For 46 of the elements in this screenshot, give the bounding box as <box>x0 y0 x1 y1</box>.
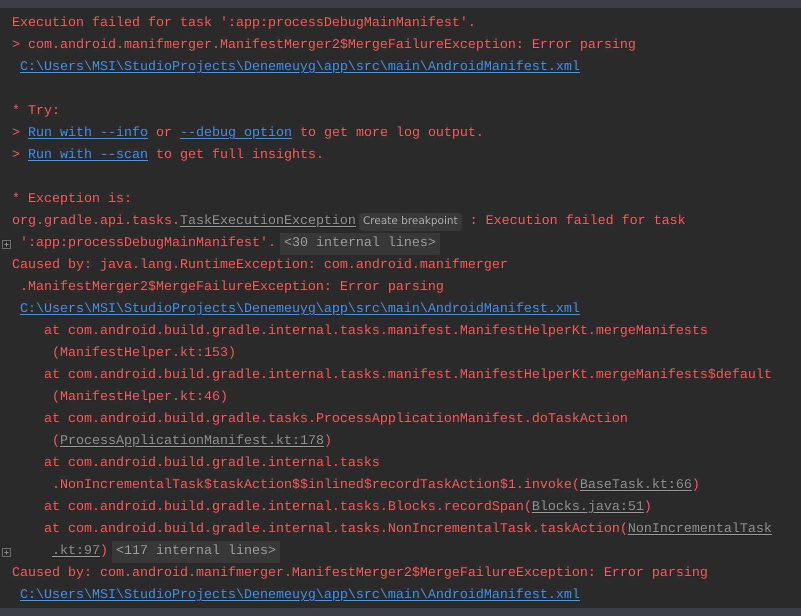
log-text: or <box>154 125 173 143</box>
log-text: > <box>12 147 21 165</box>
log-text: (ManifestHelper.kt:46) <box>52 389 228 407</box>
log-text: .NonIncrementalTask$taskAction$$inlined$recordTaskAction$1.invoke( <box>52 477 580 495</box>
log-text: * Exception is: <box>12 191 132 209</box>
source-link[interactable]: Blocks.java:51 <box>532 498 644 518</box>
file-link[interactable]: Run with --scan <box>28 146 148 166</box>
log-text: : Execution failed for task <box>468 213 686 231</box>
source-link[interactable]: ProcessApplicationManifest.kt:178 <box>60 432 324 452</box>
log-text: at com.android.build.gradle.tasks.ProcessApplicationManifest.doTaskAction <box>44 411 628 429</box>
log-text: Caused by: com.android.manifmerger.ManifestMerger2$MergeFailureException: Error parsing <box>12 565 708 583</box>
log-text: to get full insights. <box>154 147 324 165</box>
source-link[interactable]: TaskExecutionException <box>180 212 356 232</box>
log-text: at com.android.build.gradle.internal.tasks.manifest.ManifestHelperKt.mergeManifests$default <box>44 367 772 385</box>
expand-icon[interactable] <box>2 240 11 249</box>
log-text: Caused by: java.lang.RuntimeException: com.android.manifmerger <box>12 257 508 275</box>
log-text: Execution failed for task ':app:processDebugMainManifest'. <box>12 15 476 33</box>
log-text: > com.android.manifmerger.ManifestMerger2$MergeFailureException: Error parsing <box>12 37 636 55</box>
log-text: .ManifestMerger2$MergeFailureException: Error parsing <box>20 279 444 297</box>
log-text: ) <box>100 543 108 561</box>
log-text: (ManifestHelper.kt:153) <box>52 345 236 363</box>
log-text: > <box>12 125 21 143</box>
source-link[interactable]: .kt:97 <box>52 542 100 562</box>
collapsed-lines-button[interactable]: <30 internal lines> <box>280 233 440 255</box>
expand-icon[interactable] <box>2 548 11 557</box>
log-text: org.gradle.api.tasks. <box>12 213 180 231</box>
log-text: at com.android.build.gradle.internal.tasks.Blocks.recordSpan( <box>44 499 532 517</box>
log-text: ( <box>52 433 60 451</box>
file-link[interactable]: Run with --info <box>28 124 148 144</box>
log-text: ) <box>644 499 652 517</box>
breakpoint-hint[interactable]: Create breakpoint <box>358 213 462 231</box>
file-link[interactable]: --debug option <box>180 124 292 144</box>
source-link[interactable]: BaseTask.kt:66 <box>580 476 692 496</box>
log-text: ) <box>324 433 332 451</box>
log-text: to get more log output. <box>298 125 484 143</box>
file-link[interactable]: C:\Users\MSI\StudioProjects\Denemeuyg\app\src\main\AndroidManifest.xml <box>20 58 580 78</box>
file-link[interactable]: C:\Users\MSI\StudioProjects\Denemeuyg\app\src\main\AndroidManifest.xml <box>20 300 580 320</box>
log-text: at com.android.build.gradle.internal.tasks <box>44 455 380 473</box>
log-text: at com.android.build.gradle.internal.tasks.manifest.ManifestHelperKt.mergeManifests <box>44 323 708 341</box>
log-text: ':app:processDebugMainManifest'. <box>20 235 276 253</box>
log-text: ) <box>692 477 700 495</box>
log-text: at com.android.build.gradle.internal.tasks.NonIncrementalTask.taskAction( <box>44 521 628 539</box>
log-text: * Try: <box>12 103 60 121</box>
collapsed-lines-button[interactable]: <117 internal lines> <box>112 541 280 563</box>
source-link[interactable]: NonIncrementalTask <box>628 520 772 540</box>
file-link[interactable]: C:\Users\MSI\StudioProjects\Denemeuyg\app\src\main\AndroidManifest.xml <box>20 586 580 606</box>
